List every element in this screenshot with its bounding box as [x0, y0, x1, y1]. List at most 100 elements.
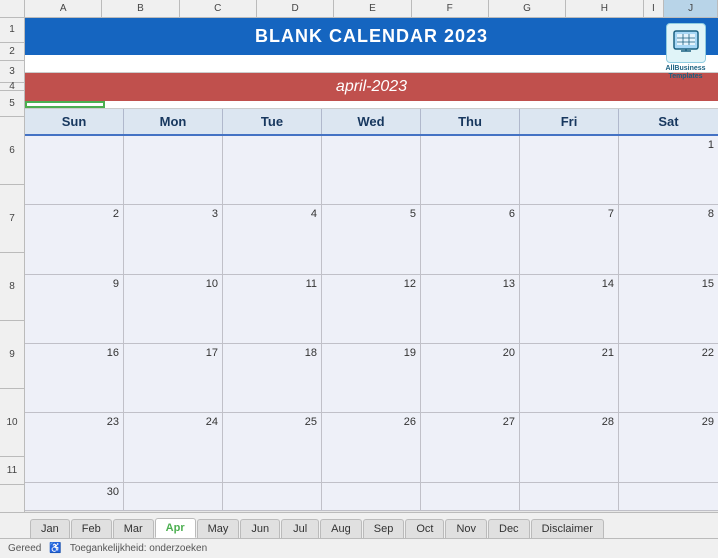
row-num-2[interactable]: 2	[0, 43, 24, 61]
week6-fri[interactable]	[520, 483, 619, 511]
logo-area: AllBusiness Templates	[658, 23, 713, 82]
month-label: april-2023	[25, 73, 718, 101]
week6-sun[interactable]: 30	[25, 483, 124, 511]
tab-jul[interactable]: Jul	[281, 519, 319, 538]
week4-thu[interactable]: 20	[421, 344, 520, 413]
tab-dec[interactable]: Dec	[488, 519, 530, 538]
week1-sun[interactable]	[25, 136, 124, 205]
col-header-g[interactable]: G	[489, 0, 566, 17]
col-header-row: A B C D E F G H I J	[0, 0, 718, 18]
tab-apr[interactable]: Apr	[155, 518, 196, 538]
week4-tue[interactable]: 18	[223, 344, 322, 413]
row-num-7[interactable]: 7	[0, 185, 24, 253]
week5-fri[interactable]: 28	[520, 413, 619, 482]
day-header-fri: Fri	[520, 109, 619, 134]
main-area: 1 2 3 4 5 6 7 8 9 10 11	[0, 18, 718, 512]
row-num-10[interactable]: 10	[0, 389, 24, 457]
day-headers-row: Sun Mon Tue Wed Thu Fri Sat	[25, 109, 718, 136]
week6-wed[interactable]	[322, 483, 421, 511]
calendar-title: BLANK CALENDAR 2023	[25, 18, 718, 55]
week1-sat[interactable]: 1	[619, 136, 718, 205]
week2-wed[interactable]: 5	[322, 205, 421, 274]
row-num-11[interactable]: 11	[0, 457, 24, 485]
row-num-4[interactable]: 4	[0, 83, 24, 91]
row-num-8[interactable]: 8	[0, 253, 24, 321]
week6-mon[interactable]	[124, 483, 223, 511]
col-header-d[interactable]: D	[257, 0, 334, 17]
col-header-f[interactable]: F	[412, 0, 489, 17]
logo-box	[666, 23, 706, 63]
col-header-j[interactable]: J	[664, 0, 718, 17]
calendar-container: AllBusiness Templates BLANK CALENDAR 202…	[25, 18, 718, 512]
week5-sat[interactable]: 29	[619, 413, 718, 482]
week5-thu[interactable]: 27	[421, 413, 520, 482]
row-num-1[interactable]: 1	[0, 18, 24, 43]
week6-tue[interactable]	[223, 483, 322, 511]
week2-tue[interactable]: 4	[223, 205, 322, 274]
tab-mar[interactable]: Mar	[113, 519, 154, 538]
spacer-row2	[25, 55, 718, 73]
row-numbers: 1 2 3 4 5 6 7 8 9 10 11	[0, 18, 25, 512]
tab-sep[interactable]: Sep	[363, 519, 405, 538]
row-num-6[interactable]: 6	[0, 117, 24, 185]
week1-tue[interactable]	[223, 136, 322, 205]
col-header-b[interactable]: B	[102, 0, 179, 17]
tab-jun[interactable]: Jun	[240, 519, 280, 538]
week5-tue[interactable]: 25	[223, 413, 322, 482]
selected-cell-indicator	[25, 101, 105, 108]
week5-wed[interactable]: 26	[322, 413, 421, 482]
day-header-tue: Tue	[223, 109, 322, 134]
row-num-3[interactable]: 3	[0, 61, 24, 83]
week2-sun[interactable]: 2	[25, 205, 124, 274]
tab-may[interactable]: May	[197, 519, 240, 538]
tab-jan[interactable]: Jan	[30, 519, 70, 538]
week3-wed[interactable]: 12	[322, 275, 421, 344]
calendar-area: BLANK CALENDAR 2023 april-2023 Sun Mon T…	[25, 18, 718, 512]
week4-sat[interactable]: 22	[619, 344, 718, 413]
col-header-a[interactable]: A	[25, 0, 102, 17]
status-sub-text: Toegankelijkheid: onderzoeken	[70, 543, 207, 554]
week2-fri[interactable]: 7	[520, 205, 619, 274]
accessibility-icon: ♿	[49, 543, 61, 554]
tab-bar: Jan Feb Mar Apr May Jun Jul Aug Sep Oct …	[0, 512, 718, 538]
week1-mon[interactable]	[124, 136, 223, 205]
col-header-i[interactable]: I	[644, 0, 665, 17]
logo-text: AllBusiness Templates	[658, 65, 713, 82]
tab-feb[interactable]: Feb	[71, 519, 112, 538]
week3-mon[interactable]: 10	[124, 275, 223, 344]
row-num-9[interactable]: 9	[0, 321, 24, 389]
tab-aug[interactable]: Aug	[320, 519, 362, 538]
week4-mon[interactable]: 17	[124, 344, 223, 413]
week3-fri[interactable]: 14	[520, 275, 619, 344]
gap-row4	[25, 101, 718, 109]
week6-sat[interactable]	[619, 483, 718, 511]
row-num-5[interactable]: 5	[0, 91, 24, 117]
week1-wed[interactable]	[322, 136, 421, 205]
tab-disclaimer[interactable]: Disclaimer	[531, 519, 604, 538]
logo-icon	[672, 29, 700, 57]
week4-wed[interactable]: 19	[322, 344, 421, 413]
spreadsheet-app: A B C D E F G H I J 1 2 3 4 5 6 7 8 9 10…	[0, 0, 718, 558]
week4-sun[interactable]: 16	[25, 344, 124, 413]
week3-sun[interactable]: 9	[25, 275, 124, 344]
week3-sat[interactable]: 15	[619, 275, 718, 344]
week3-thu[interactable]: 13	[421, 275, 520, 344]
tab-nov[interactable]: Nov	[445, 519, 487, 538]
week1-thu[interactable]	[421, 136, 520, 205]
status-text: Gereed	[8, 543, 41, 554]
week5-sun[interactable]: 23	[25, 413, 124, 482]
week1-fri[interactable]	[520, 136, 619, 205]
col-header-h[interactable]: H	[566, 0, 643, 17]
week2-sat[interactable]: 8	[619, 205, 718, 274]
day-header-thu: Thu	[421, 109, 520, 134]
week2-mon[interactable]: 3	[124, 205, 223, 274]
week5-mon[interactable]: 24	[124, 413, 223, 482]
col-header-e[interactable]: E	[334, 0, 411, 17]
status-bar: Gereed ♿ Toegankelijkheid: onderzoeken	[0, 538, 718, 558]
week4-fri[interactable]: 21	[520, 344, 619, 413]
week3-tue[interactable]: 11	[223, 275, 322, 344]
col-header-c[interactable]: C	[180, 0, 257, 17]
week6-thu[interactable]	[421, 483, 520, 511]
tab-oct[interactable]: Oct	[405, 519, 444, 538]
week2-thu[interactable]: 6	[421, 205, 520, 274]
